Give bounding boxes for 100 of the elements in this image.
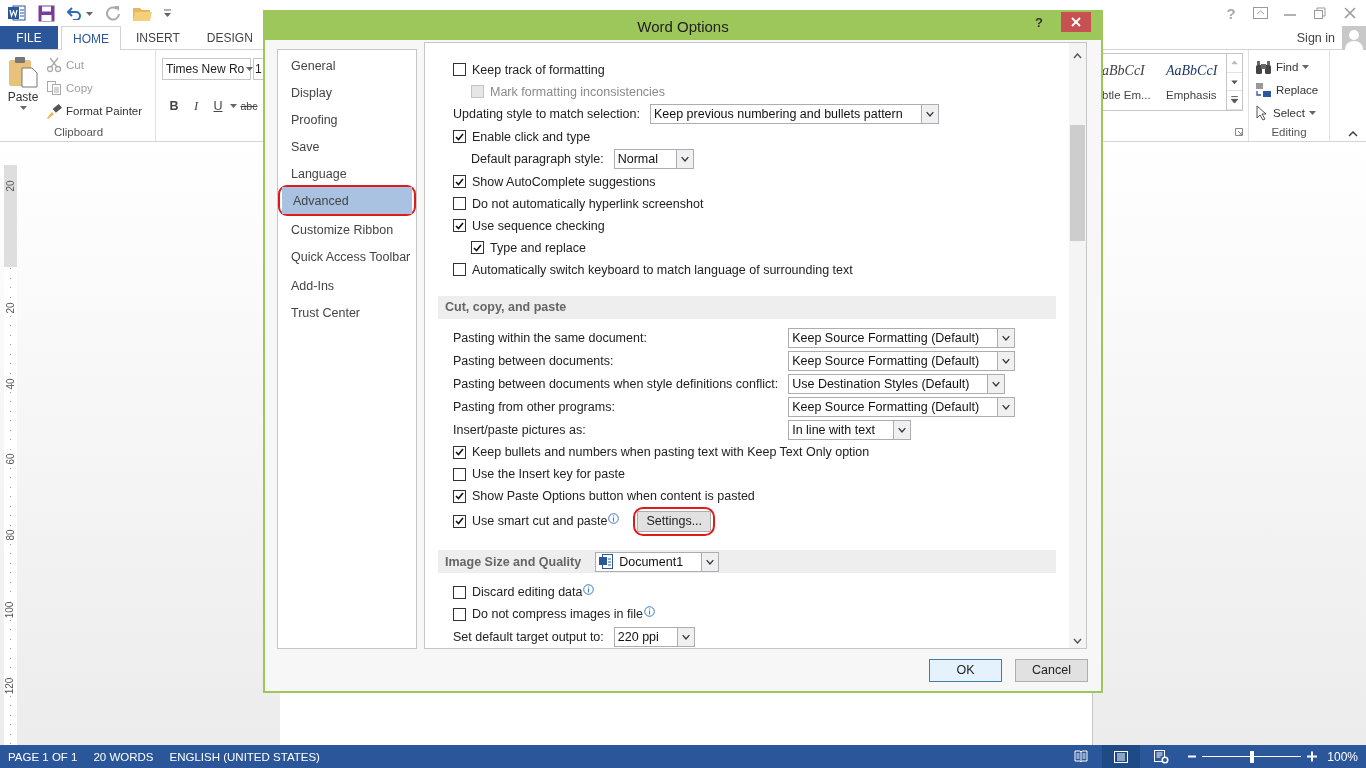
scrollbar-thumb[interactable]: [1070, 125, 1085, 241]
sign-in-link[interactable]: Sign in: [1296, 30, 1342, 45]
pointer-icon: [1255, 105, 1269, 121]
checkbox[interactable]: [453, 63, 466, 77]
dropdown-field[interactable]: Normal: [613, 149, 694, 170]
ribbon-tab[interactable]: HOME: [61, 26, 121, 50]
dropdown-field[interactable]: Use Destination Styles (Default): [788, 374, 1006, 394]
undo-icon[interactable]: [67, 6, 93, 20]
ruler-number: 80: [4, 529, 17, 541]
format-button[interactable]: U: [208, 96, 228, 116]
option-label: Use sequence checking: [472, 218, 605, 233]
info-icon[interactable]: [643, 605, 655, 617]
nav-item[interactable]: Proofing: [280, 106, 414, 133]
close-icon[interactable]: [1342, 7, 1358, 19]
caret-icon: [19, 106, 27, 110]
dropdown-field[interactable]: Keep Source Formatting (Default): [788, 351, 1016, 371]
checkbox[interactable]: [453, 467, 466, 481]
field-label: Insert/paste pictures as:: [453, 423, 587, 437]
group-label: Clipboard: [53, 126, 104, 138]
checkbox[interactable]: [453, 175, 466, 189]
dropdown-field[interactable]: Keep previous numbering and bullets pattern: [649, 104, 939, 125]
checkbox[interactable]: [471, 241, 484, 255]
scroll-down-icon[interactable]: [1073, 638, 1082, 644]
customize-icon[interactable]: [164, 9, 171, 17]
restore-icon[interactable]: [1312, 7, 1328, 19]
caret-icon: [1302, 65, 1310, 69]
nav-item[interactable]: General: [280, 52, 414, 79]
dialog-button[interactable]: Cancel: [1015, 658, 1088, 682]
checkbox[interactable]: [453, 607, 466, 621]
dropdown-field[interactable]: Keep Source Formatting (Default): [788, 328, 1016, 348]
checkbox[interactable]: [453, 197, 466, 211]
slider-thumb[interactable]: [1249, 750, 1254, 763]
style-item[interactable]: AaBbCcI Emphasis: [1154, 54, 1226, 110]
info-icon[interactable]: [583, 583, 595, 595]
nav-item[interactable]: Advanced: [282, 187, 412, 214]
caret-icon: [230, 104, 237, 108]
nav-item[interactable]: Add-Ins: [280, 272, 414, 299]
zoom-level[interactable]: 100%: [1327, 745, 1358, 768]
checkbox[interactable]: [453, 445, 466, 459]
option-label: Keep bullets and numbers when pasting text with Keep Text Only option: [472, 445, 870, 460]
checkbox[interactable]: [453, 585, 466, 599]
option-label: Discard editing data: [472, 585, 583, 600]
editing-button[interactable]: Find: [1255, 57, 1323, 77]
clipboard-button[interactable]: Format Painter: [46, 101, 147, 121]
status-text: PAGE 1 OF 1: [7, 749, 79, 765]
word-icon[interactable]: [8, 5, 26, 21]
nav-item[interactable]: Quick Access Toolbar: [280, 243, 414, 270]
help-button[interactable]: ?: [1035, 15, 1043, 30]
editing-button[interactable]: Replace: [1255, 80, 1323, 100]
dropdown-field[interactable]: 220 ppi: [613, 626, 695, 647]
nav-item[interactable]: Display: [280, 79, 414, 106]
caret-icon: [997, 352, 1015, 370]
field-label: Pasting between documents when style definitions conflict:: [453, 377, 779, 391]
settings-button[interactable]: Settings...: [637, 510, 712, 532]
ribbon-tab[interactable]: FILE: [0, 26, 58, 49]
paste-button[interactable]: Paste: [4, 54, 42, 123]
replace-icon: [1255, 82, 1272, 98]
format-button[interactable]: I: [186, 96, 206, 116]
dropdown-field[interactable]: Document1: [595, 551, 720, 572]
caret-icon: [987, 375, 1005, 393]
option-label: Mark formatting inconsistencies: [490, 84, 666, 99]
checkbox[interactable]: [453, 219, 466, 233]
option-label: Keep track of formatting: [472, 62, 605, 77]
editing-button[interactable]: Select: [1255, 103, 1323, 123]
checkbox[interactable]: [453, 263, 466, 277]
option-label: Show Paste Options button when content is pasted: [472, 489, 755, 504]
caret-icon: [676, 627, 694, 646]
format-button[interactable]: B: [164, 96, 184, 116]
group-label: Editing: [1271, 126, 1307, 138]
checkbox[interactable]: [453, 514, 466, 528]
font-name-field[interactable]: Times New Ro: [162, 58, 251, 80]
caret-icon: [676, 150, 693, 169]
dialog-launcher-icon[interactable]: [1235, 128, 1243, 136]
web-page-icon: [1153, 749, 1169, 764]
save-icon[interactable]: [38, 4, 55, 22]
dropdown-field[interactable]: Keep Source Formatting (Default): [788, 397, 1016, 417]
nav-item[interactable]: Customize Ribbon: [280, 216, 414, 243]
nav-item[interactable]: Language: [280, 160, 414, 187]
dialog-button[interactable]: OK: [929, 658, 1002, 682]
checkbox[interactable]: [453, 489, 466, 503]
dialog-title: Word Options: [637, 17, 729, 35]
view-button[interactable]: [1102, 745, 1141, 768]
close-button[interactable]: [1061, 12, 1091, 32]
ribbon-display-icon[interactable]: [1253, 7, 1268, 19]
checkbox[interactable]: [453, 130, 466, 144]
collapse-icon[interactable]: [1348, 131, 1358, 137]
option-label: Use smart cut and paste: [472, 514, 608, 529]
info-icon[interactable]: [608, 512, 620, 524]
caret-icon: [1308, 111, 1316, 115]
scrollbar[interactable]: [1069, 43, 1086, 648]
status-text: 20 WORDS: [92, 749, 155, 765]
nav-item[interactable]: Trust Center: [280, 299, 414, 326]
section-header: Cut, copy, and paste: [438, 295, 1056, 319]
dropdown-field[interactable]: In line with text: [788, 420, 911, 440]
close-icon: [1071, 17, 1081, 27]
scissors-icon: [46, 57, 62, 73]
nav-item[interactable]: Save: [280, 133, 414, 160]
format-button[interactable]: abc: [239, 96, 259, 116]
scroll-up-icon[interactable]: [1073, 53, 1082, 59]
document-icon: [599, 554, 614, 570]
